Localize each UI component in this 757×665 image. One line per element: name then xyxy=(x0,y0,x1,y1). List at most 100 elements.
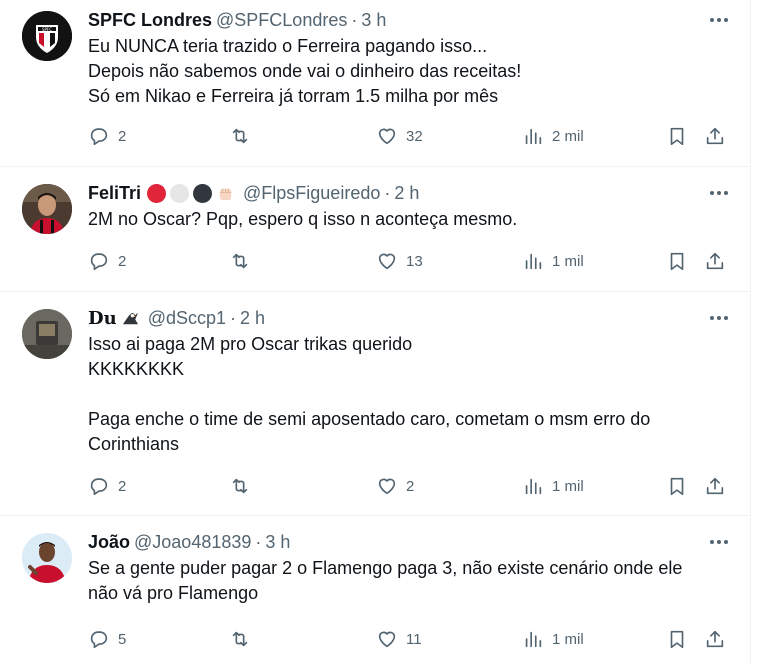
display-name[interactable]: SPFC Londres xyxy=(88,10,212,31)
share-upload-icon xyxy=(706,252,724,270)
retweet-button[interactable] xyxy=(229,250,251,272)
user-photo-icon xyxy=(22,184,72,234)
raised-fist-icon xyxy=(219,188,232,200)
reply-count: 5 xyxy=(118,630,127,648)
heart-icon xyxy=(378,253,396,270)
like-button[interactable]: 11 xyxy=(376,628,422,650)
svg-text:SPFC: SPFC xyxy=(42,27,52,32)
like-button[interactable]: 13 xyxy=(376,250,423,272)
bookmark-button[interactable] xyxy=(666,125,688,147)
reply-button[interactable]: 2 xyxy=(88,475,126,497)
bookmark-button[interactable] xyxy=(666,250,688,272)
separator-dot: · xyxy=(384,182,391,203)
share-upload-icon xyxy=(706,127,724,145)
bar-chart-icon xyxy=(525,631,542,648)
more-dots-icon[interactable] xyxy=(708,183,730,203)
black-circle-icon xyxy=(193,183,213,203)
display-name[interactable]: João xyxy=(88,532,130,553)
avatar[interactable] xyxy=(22,184,72,234)
action-bar: 2 2 1 mil xyxy=(88,465,734,507)
more-dots-icon[interactable] xyxy=(708,308,730,328)
view-count: 1 mil xyxy=(552,252,584,270)
separator-dot: · xyxy=(255,531,262,552)
avatar[interactable] xyxy=(22,309,72,359)
display-name[interactable]: FeliTri xyxy=(88,183,141,204)
user-handle[interactable]: @Joao481839 xyxy=(134,532,251,553)
bookmark-button[interactable] xyxy=(666,628,688,650)
eagle-icon xyxy=(122,312,138,324)
action-bar: 2 32 2 mil xyxy=(88,115,734,157)
retweet-button[interactable] xyxy=(229,628,251,650)
tweet-text: Isso ai paga 2M pro Oscar trikas querido… xyxy=(88,334,651,454)
red-circle-icon xyxy=(147,183,167,203)
user-photo-icon xyxy=(22,533,72,583)
bookmark-button[interactable] xyxy=(666,475,688,497)
share-upload-icon xyxy=(706,630,724,648)
separator-dot: · xyxy=(351,9,358,30)
bookmark-icon xyxy=(670,630,684,649)
views-button[interactable]: 1 mil xyxy=(522,475,584,497)
speech-bubble-icon xyxy=(90,253,108,271)
reply-count: 2 xyxy=(118,252,127,270)
retweet-arrows-icon xyxy=(232,128,248,144)
bar-chart-icon xyxy=(525,478,542,495)
like-count: 32 xyxy=(406,127,423,145)
tweet-text: Se a gente puder pagar 2 o Flamengo paga… xyxy=(88,558,683,603)
like-button[interactable]: 32 xyxy=(376,125,423,147)
timestamp[interactable]: 2 h xyxy=(394,183,419,204)
speech-bubble-icon xyxy=(90,478,108,496)
tweet-text: 2M no Oscar? Pqp, espero q isso n aconte… xyxy=(88,209,518,229)
reply-count: 2 xyxy=(118,127,127,145)
tweet[interactable]: SPFC SPFC Londres @SPFCLondres · 3 h Eu … xyxy=(0,0,750,167)
action-bar: 2 13 1 mil xyxy=(88,240,734,282)
speech-bubble-icon xyxy=(90,128,108,146)
share-button[interactable] xyxy=(704,125,726,147)
share-button[interactable] xyxy=(704,250,726,272)
more-dots-icon[interactable] xyxy=(708,10,730,30)
tweet[interactable]: FeliTri @FlpsFigueiredo · 2 h 2M no Osca… xyxy=(0,167,750,292)
bookmark-icon xyxy=(670,477,684,496)
like-count: 13 xyxy=(406,252,423,270)
user-handle[interactable]: @FlpsFigueiredo xyxy=(243,183,380,204)
reply-button[interactable]: 2 xyxy=(88,250,126,272)
views-button[interactable]: 2 mil xyxy=(522,125,584,147)
view-count: 2 mil xyxy=(552,127,584,145)
retweet-button[interactable] xyxy=(229,125,251,147)
like-count: 11 xyxy=(406,630,422,648)
retweet-arrows-icon xyxy=(232,478,248,494)
reply-button[interactable]: 5 xyxy=(88,628,126,650)
like-button[interactable]: 2 xyxy=(376,475,414,497)
share-button[interactable] xyxy=(704,475,726,497)
heart-icon xyxy=(378,631,396,648)
white-circle-icon xyxy=(170,183,190,203)
retweet-arrows-icon xyxy=(232,253,248,269)
reply-count: 2 xyxy=(118,477,127,495)
view-count: 1 mil xyxy=(552,630,584,648)
user-handle[interactable]: @SPFCLondres xyxy=(216,10,347,31)
heart-icon xyxy=(378,478,396,495)
retweet-button[interactable] xyxy=(229,475,251,497)
views-button[interactable]: 1 mil xyxy=(522,250,584,272)
timestamp[interactable]: 2 h xyxy=(240,308,265,329)
more-dots-icon[interactable] xyxy=(708,532,730,552)
views-button[interactable]: 1 mil xyxy=(522,628,584,650)
tweet[interactable]: João @Joao481839 · 3 h Se a gente puder … xyxy=(0,516,750,665)
speech-bubble-icon xyxy=(90,631,108,649)
bookmark-icon xyxy=(670,127,684,146)
avatar[interactable] xyxy=(22,533,72,583)
bar-chart-icon xyxy=(525,253,542,270)
user-photo-icon xyxy=(22,309,72,359)
heart-icon xyxy=(378,128,396,145)
user-handle[interactable]: @dSccp1 xyxy=(148,308,226,329)
view-count: 1 mil xyxy=(552,477,584,495)
timestamp[interactable]: 3 h xyxy=(361,10,386,31)
timestamp[interactable]: 3 h xyxy=(265,532,290,553)
share-button[interactable] xyxy=(704,628,726,650)
separator-dot: · xyxy=(230,307,237,328)
avatar[interactable]: SPFC xyxy=(22,11,72,61)
tweet[interactable]: Du @dSccp1 · 2 h Isso ai paga 2M pro Osc… xyxy=(0,292,750,516)
like-count: 2 xyxy=(406,477,415,495)
display-name[interactable]: Du xyxy=(88,308,117,329)
bookmark-icon xyxy=(670,252,684,271)
reply-button[interactable]: 2 xyxy=(88,125,126,147)
